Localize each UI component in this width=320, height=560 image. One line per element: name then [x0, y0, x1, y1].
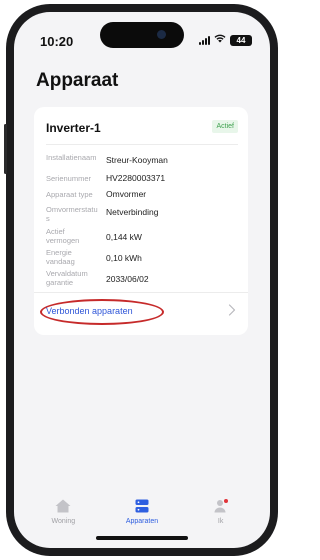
- info-label: Actief vermogen: [46, 227, 80, 245]
- info-label: Energie vandaag: [46, 248, 75, 266]
- tab-woning[interactable]: Woning: [33, 496, 93, 548]
- info-value: Netverbinding: [106, 207, 159, 217]
- house-icon: [55, 499, 71, 513]
- tab-label: Ik: [217, 518, 224, 525]
- info-label: Omvormerstatus: [46, 205, 98, 223]
- devices-icon: [135, 499, 149, 513]
- tab-apparaten[interactable]: Apparaten: [112, 496, 172, 548]
- dynamic-island: [100, 22, 184, 48]
- info-value: 0,10 kWh: [106, 253, 142, 263]
- info-value: Streur-Kooyman: [106, 155, 168, 165]
- info-label: Installatienaam: [46, 153, 97, 162]
- battery-indicator: 44: [230, 34, 252, 46]
- page-title: Apparaat: [36, 70, 119, 91]
- device-card: Inverter-1 Actief Installatienaam Streur…: [34, 107, 248, 335]
- connected-devices-link[interactable]: Verbonden apparaten: [40, 293, 238, 329]
- info-label: Apparaat type: [46, 190, 93, 199]
- tab-bar: Woning Apparaten Ik: [14, 496, 270, 548]
- notification-dot: [223, 499, 228, 503]
- home-indicator[interactable]: [96, 536, 188, 540]
- device-card-header: Inverter-1 Actief: [46, 119, 238, 137]
- info-value: 2033/06/02: [106, 274, 149, 284]
- status-icons: 44: [199, 34, 252, 46]
- phone-frame: 10:20 44 Apparaat Inverter-1 Actief Inst…: [4, 4, 278, 556]
- person-icon: [214, 499, 228, 513]
- camera-icon: [157, 30, 166, 39]
- info-label: Serienummer: [46, 174, 92, 183]
- info-value: Omvormer: [106, 189, 147, 199]
- connected-devices-label[interactable]: Verbonden apparaten: [46, 306, 133, 316]
- status-time: 10:20: [40, 34, 74, 49]
- status-bar: 10:20 44: [14, 12, 270, 56]
- signal-icon: [199, 35, 210, 45]
- tab-ik[interactable]: Ik: [191, 496, 251, 548]
- info-value: 0,144 kW: [106, 232, 142, 242]
- info-value: HV2280003371: [106, 173, 166, 183]
- info-label: Vervaldatum garantie: [46, 269, 88, 287]
- app-screen: 10:20 44 Apparaat Inverter-1 Actief Inst…: [14, 12, 270, 548]
- divider: [46, 144, 238, 145]
- device-name: Inverter-1: [46, 121, 101, 135]
- status-badge: Actief: [212, 120, 238, 133]
- tab-label: Woning: [51, 518, 76, 525]
- tab-label: Apparaten: [125, 518, 159, 525]
- chevron-right-icon: [228, 304, 236, 316]
- wifi-icon: [214, 34, 226, 46]
